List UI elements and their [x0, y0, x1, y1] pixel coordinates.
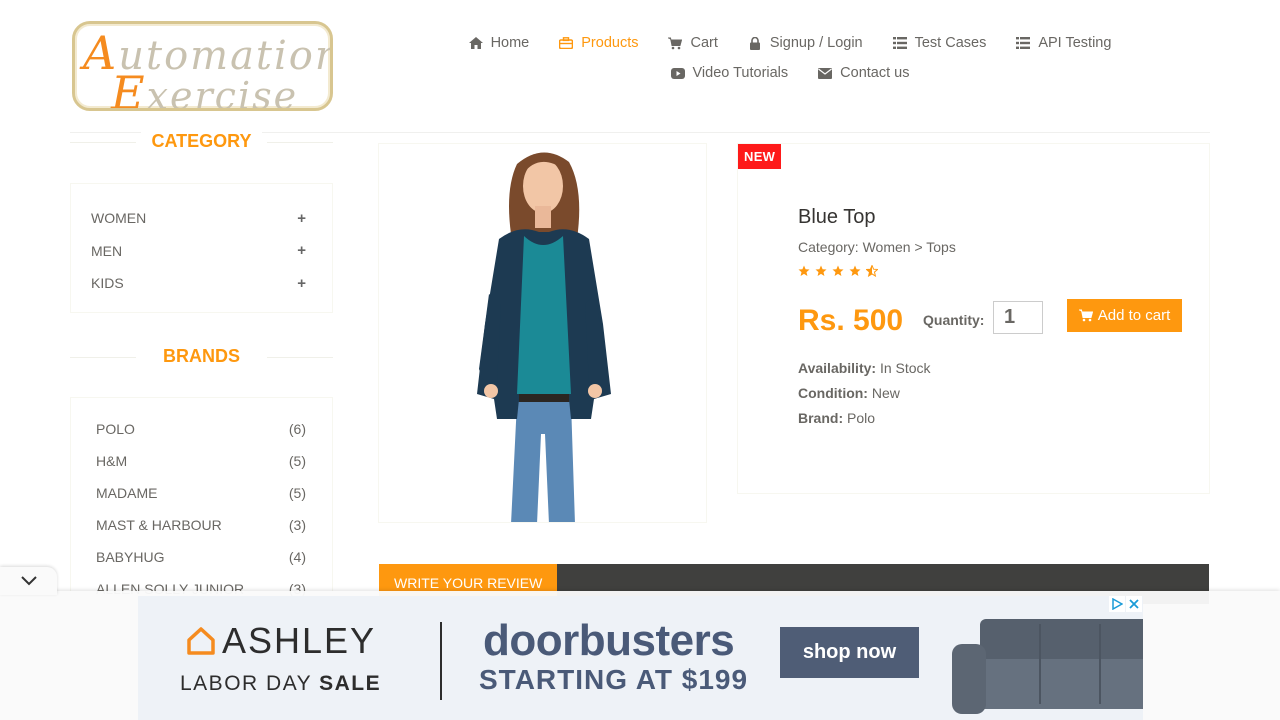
- brand-mast-harbour[interactable]: MAST & HARBOUR (3): [71, 509, 332, 541]
- main-nav: Home Products Cart Signup / Login Test C…: [460, 28, 1120, 88]
- brand-madame[interactable]: MADAME (5): [71, 477, 332, 509]
- ad-close-icon[interactable]: [1126, 596, 1142, 612]
- add-to-cart-label: Add to cart: [1097, 307, 1171, 324]
- sofa-image: [952, 619, 1143, 714]
- nav-products-label: Products: [581, 35, 639, 51]
- ad-collapse-toggle[interactable]: [0, 567, 57, 595]
- nav-row-2: Video Tutorials Contact us: [460, 58, 1120, 88]
- house-logo-icon: [187, 627, 215, 655]
- product-info-panel: NEW Blue Top Category: Women > Tops Rs. …: [737, 143, 1210, 494]
- ad-subtitle: LABOR DAY SALE: [180, 672, 382, 695]
- condition-value: New: [871, 385, 900, 401]
- nav-row-1: Home Products Cart Signup / Login Test C…: [460, 28, 1120, 58]
- product-price: Rs. 500: [798, 304, 904, 337]
- model-illustration: [477, 152, 611, 522]
- brand-label: Brand:: [798, 410, 844, 426]
- ad-brand: ASHLEY: [186, 620, 376, 662]
- availability-row: Availability: In Stock: [798, 360, 931, 376]
- brand-hm[interactable]: H&M (5): [71, 445, 332, 477]
- brand-babyhug[interactable]: BABYHUG (4): [71, 541, 332, 573]
- brand-row: Brand: Polo: [798, 410, 875, 426]
- ad-brand-name: ASHLEY: [222, 620, 377, 661]
- nav-api-testing[interactable]: API Testing: [1016, 35, 1111, 51]
- brand-value: Polo: [847, 410, 876, 426]
- plus-icon[interactable]: +: [297, 210, 306, 227]
- ad-shop-now-button[interactable]: shop now: [780, 627, 919, 678]
- rating-stars: [798, 265, 878, 277]
- condition-label: Condition:: [798, 385, 868, 401]
- brand-name: BABYHUG: [96, 549, 165, 565]
- new-badge: NEW: [738, 144, 782, 169]
- nav-home-label: Home: [490, 35, 530, 51]
- star-icon: [798, 265, 810, 276]
- nav-api-testing-label: API Testing: [1038, 35, 1112, 51]
- quantity-input[interactable]: [993, 301, 1043, 334]
- brand-count: (5): [288, 453, 306, 469]
- brand-name: H&M: [96, 453, 128, 469]
- product-category: Category: Women > Tops: [798, 239, 956, 255]
- product-name: Blue Top: [798, 206, 876, 228]
- product-image: [378, 143, 707, 523]
- category-panel: WOMEN + MEN + KIDS +: [70, 183, 333, 313]
- ad-price-line: STARTING AT $199: [479, 664, 749, 695]
- ad-headline: doorbusters: [483, 616, 735, 665]
- brand-name: POLO: [96, 421, 135, 437]
- home-icon: [468, 36, 483, 50]
- category-heading: CATEGORY: [70, 131, 333, 152]
- nav-contact-us-label: Contact us: [840, 65, 910, 81]
- star-icon: [849, 265, 861, 276]
- chevron-down-icon: [20, 576, 37, 586]
- ad-banner[interactable]: ASHLEY LABOR DAY SALE doorbusters STARTI…: [138, 596, 1143, 720]
- logo-line-2: Exercise: [111, 66, 299, 111]
- category-label: WOMEN: [91, 210, 147, 227]
- brand-count: (3): [288, 517, 306, 533]
- brand-name: MAST & HARBOUR: [96, 517, 222, 533]
- cart-icon: [1078, 309, 1093, 322]
- brands-heading: BRANDS: [70, 346, 333, 367]
- half-star-icon: [866, 265, 878, 277]
- star-icon: [832, 265, 844, 276]
- availability-value: In Stock: [879, 360, 931, 376]
- nav-test-cases-label: Test Cases: [914, 35, 987, 51]
- category-label: MEN: [91, 242, 123, 259]
- youtube-play-icon: [670, 66, 685, 80]
- condition-row: Condition: New: [798, 385, 900, 401]
- brands-panel: POLO (6) H&M (5) MADAME (5) MAST & HARBOUR (…: [70, 397, 333, 617]
- nav-video-tutorials-label: Video Tutorials: [692, 65, 789, 81]
- brand-count: (5): [288, 485, 306, 501]
- category-label: KIDS: [91, 275, 124, 292]
- brand-name: MADAME: [96, 485, 158, 501]
- lock-icon: [748, 36, 762, 50]
- briefcase-icon: [559, 36, 574, 50]
- category-women[interactable]: WOMEN +: [71, 202, 332, 235]
- list-icon: [1016, 36, 1031, 50]
- category-men[interactable]: MEN +: [71, 235, 332, 268]
- category-kids[interactable]: KIDS +: [71, 267, 332, 300]
- nav-contact-us[interactable]: Contact us: [818, 65, 909, 81]
- list-icon: [892, 36, 907, 50]
- ad-divider: [440, 622, 442, 700]
- nav-cart-label: Cart: [690, 35, 718, 51]
- add-to-cart-button[interactable]: Add to cart: [1067, 299, 1182, 332]
- plus-icon[interactable]: +: [297, 242, 306, 259]
- nav-signup-login-label: Signup / Login: [769, 35, 863, 51]
- brand-polo[interactable]: POLO (6): [71, 413, 332, 445]
- brand-count: (6): [288, 421, 306, 437]
- nav-signup-login[interactable]: Signup / Login: [748, 35, 863, 51]
- nav-home[interactable]: Home: [468, 35, 530, 51]
- nav-test-cases[interactable]: Test Cases: [892, 35, 987, 51]
- plus-icon[interactable]: +: [297, 275, 306, 292]
- quantity-label: Quantity:: [923, 312, 985, 328]
- nav-cart[interactable]: Cart: [668, 35, 718, 51]
- cart-icon: [668, 36, 683, 50]
- envelope-icon: [818, 66, 833, 80]
- nav-video-tutorials[interactable]: Video Tutorials: [670, 65, 789, 81]
- star-icon: [815, 265, 827, 276]
- site-logo[interactable]: Automation Exercise: [72, 21, 333, 111]
- ad-choices-icon[interactable]: [1109, 596, 1125, 612]
- brand-count: (4): [288, 549, 306, 565]
- nav-products[interactable]: Products: [559, 35, 638, 51]
- availability-label: Availability:: [798, 360, 877, 376]
